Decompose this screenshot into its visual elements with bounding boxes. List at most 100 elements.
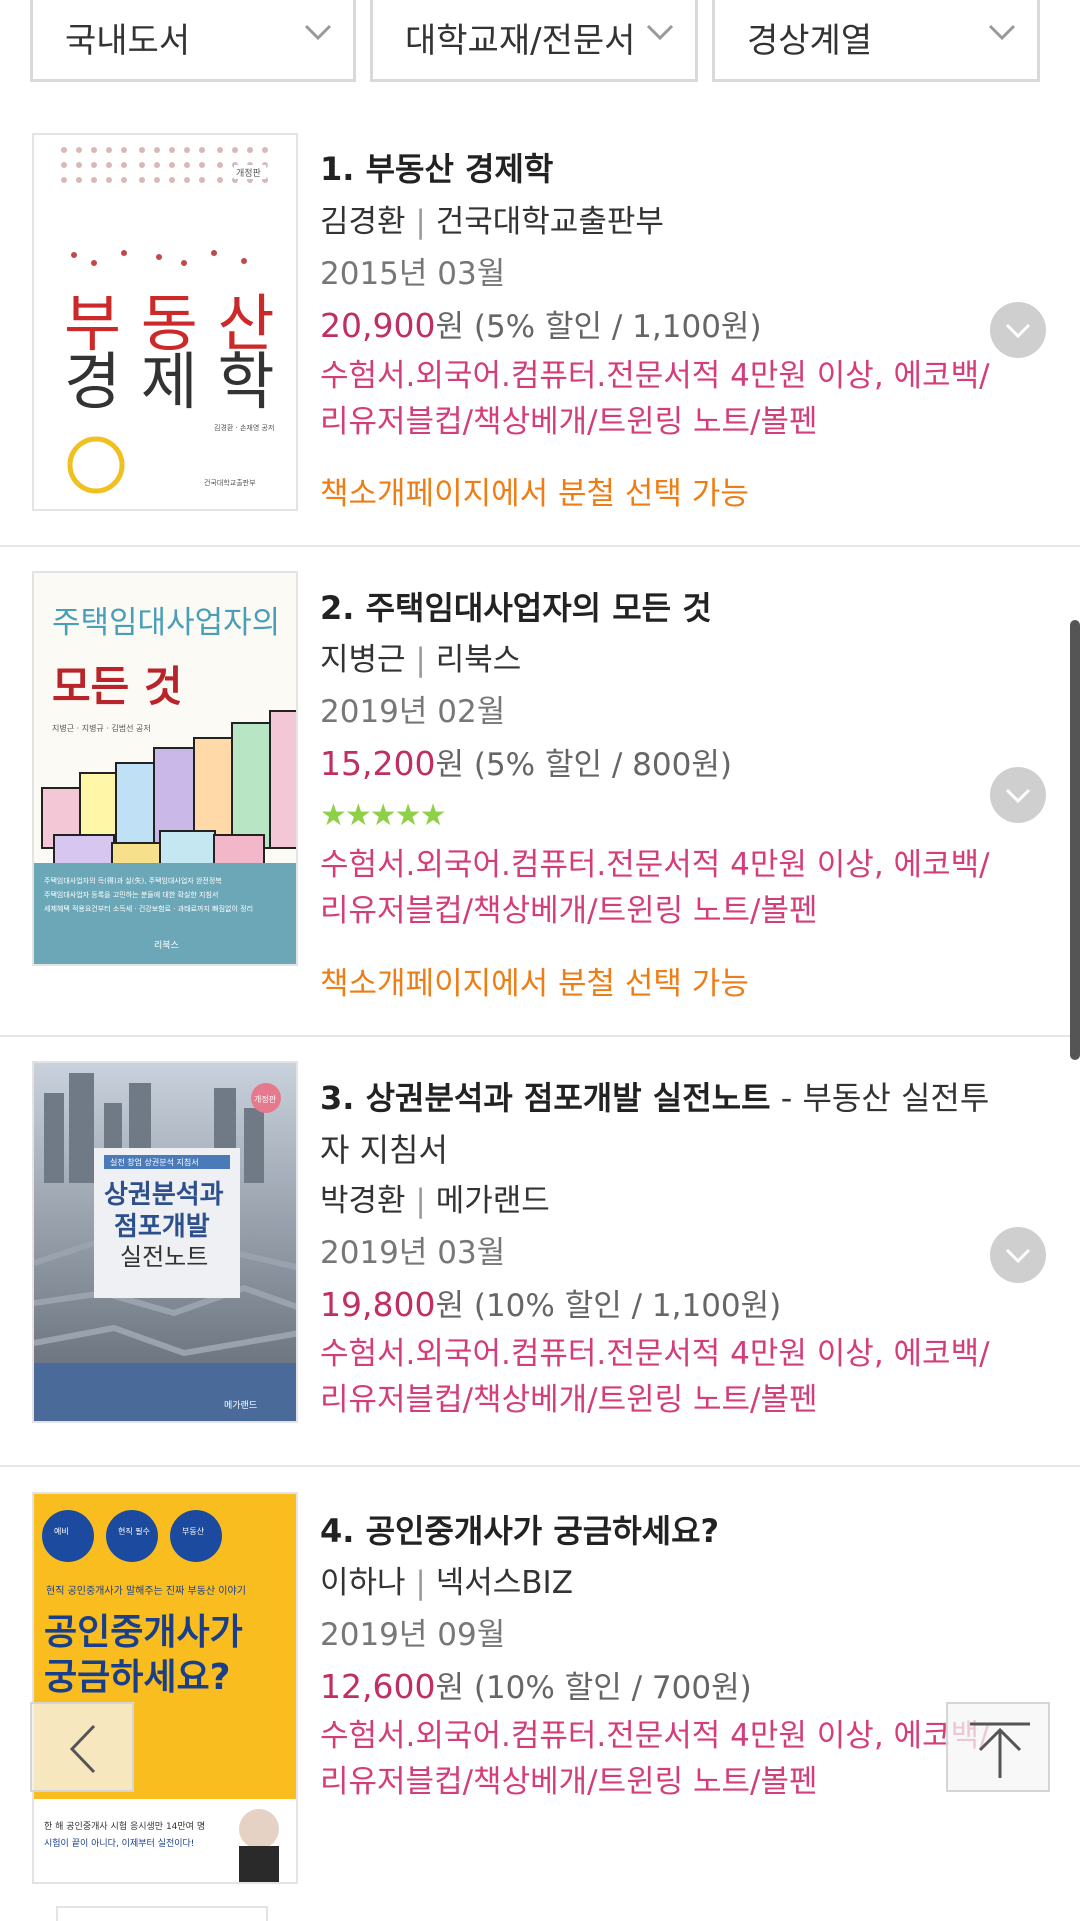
promo-text[interactable]: 수험서.외국어.컴퓨터.전문서적 4만원 이상, 에코백/리유저블컵/책상베개/… [320,1331,990,1423]
book-price: 15,200원 (5% 할인 / 800원) [320,738,732,791]
book-meta: 박경환 | 메가랜드 [320,1183,550,1219]
divider [0,545,1080,547]
book-title[interactable]: 3. 상권분석과 점포개발 실전노트 - 부동산 실전투자 지침서 [320,1072,1000,1176]
chevron-down-icon [1005,788,1031,804]
price-amount: 19,800 [320,1285,436,1324]
chevron-down-icon [304,24,332,41]
scrollbar[interactable] [1070,620,1080,1060]
cover-author: 김경환 · 손재영 공저 [214,423,274,432]
book-meta: 이하나 | 넥서스BIZ [320,1565,573,1601]
cover-title-2: 모든 것 [52,662,183,711]
cover-tagline: 현직 공인중개사가 말해주는 진짜 부동산 이야기 [46,1584,246,1597]
select-label: 경상계열 [747,21,873,61]
book-publisher[interactable]: 넥서스BIZ [436,1565,573,1601]
book-cover[interactable]: 주택임대사업자의 모든 것 지병근 · 지병규 · 김범선 공저 주택임대사업자… [32,571,298,966]
book-title[interactable]: 2. 주택임대사업자의 모든 것 [320,582,1000,634]
select-label: 대학교재/전문서적 [405,21,635,61]
divider [0,1465,1080,1467]
svg-text:주택임대사업자 등록을 고민하는 분들에 대한 확실한 지침: 주택임대사업자 등록을 고민하는 분들에 대한 확실한 지침서 [44,890,218,899]
svg-text:예비: 예비 [54,1526,69,1536]
book-cover[interactable]: 부 동 산 경 제 학 개정판 김경환 · 손재영 공저 건국대학교출판부 [32,133,298,511]
book-date: 2019년 02월 [320,694,506,730]
arrow-up-icon [970,1722,1030,1778]
price-unit: 원 [435,1288,464,1324]
book-publisher[interactable]: 메가랜드 [436,1183,550,1219]
next-item-peek [56,1906,268,1921]
price-discount: (10% 할인 / 700원) [464,1670,752,1706]
svg-text:세제혜택 적용요건부터 소득세 · 건강보험료 · 과태료까: 세제혜택 적용요건부터 소득세 · 건강보험료 · 과태료까지 빠짐없이 정리 [44,904,253,913]
svg-text:주택임대사업자의 득(得)과 실(失), 주택임대사업자 완: 주택임대사업자의 득(得)과 실(失), 주택임대사업자 완전정복 [44,876,222,885]
cover-title-2: 점포개발 [114,1212,210,1242]
cover-badge: 개정판 [254,1094,277,1104]
back-button[interactable] [30,1702,134,1792]
category-select-2[interactable]: 대학교재/전문서적 [370,0,698,82]
chevron-down-icon [1005,323,1031,339]
price-amount: 15,200 [320,744,436,783]
book-date: 2019년 09월 [320,1617,506,1653]
split-binding-note: 책소개페이지에서 분철 선택 가능 [320,476,749,512]
split-binding-note: 책소개페이지에서 분철 선택 가능 [320,966,749,1002]
cover-publisher: 리북스 [154,940,179,951]
book-meta: 지병근 | 리북스 [320,642,522,678]
price-amount: 20,900 [320,306,436,345]
chevron-down-icon [988,24,1016,41]
select-label: 국내도서 [65,21,191,61]
svg-text:부동산: 부동산 [182,1526,205,1536]
scroll-top-button[interactable] [946,1702,1050,1792]
divider [0,1035,1080,1037]
category-select-1[interactable]: 국내도서 [30,0,356,82]
promo-text[interactable]: 수험서.외국어.컴퓨터.전문서적 4만원 이상, 에코백/리유저블컵/책상베개/… [320,353,990,445]
book-date: 2015년 03월 [320,256,506,292]
book-author[interactable]: 이하나 [320,1565,406,1601]
cover-tag: 실전 창업 상권분석 지침서 [110,1157,199,1167]
book-cover[interactable]: 예비 현직 필수 부동산 현직 공인중개사가 말해주는 진짜 부동산 이야기 공인중… [32,1492,298,1884]
cover-title-2: 경 제 학 [64,345,275,418]
book-price: 19,800원 (10% 할인 / 1,100원) [320,1279,781,1332]
book-author[interactable]: 지병근 [320,642,406,678]
book-publisher[interactable]: 건국대학교출판부 [436,204,664,240]
promo-text[interactable]: 수험서.외국어.컴퓨터.전문서적 4만원 이상, 에코백/리유저블컵/책상베개/… [320,1713,990,1805]
cover-title-3: 실전노트 [120,1243,208,1271]
price-unit: 원 [435,1670,464,1706]
cover-badge: 개정판 [236,168,261,179]
book-author[interactable]: 김경환 [320,204,406,240]
chevron-down-icon [1005,1248,1031,1264]
cover-title-1: 공인중개사가 [44,1612,243,1653]
price-amount: 12,600 [320,1667,436,1706]
filter-bar: 국내도서 대학교재/전문서적 경상계열 [0,0,1080,90]
price-discount: (10% 할인 / 1,100원) [464,1288,782,1324]
cover-publisher: 메가랜드 [224,1400,257,1411]
book-title[interactable]: 4. 공인중개사가 궁금하세요? [320,1505,1000,1557]
cover-title-1: 상권분석과 [104,1180,224,1210]
cover-publisher: 건국대학교출판부 [204,478,256,487]
cover-author: 지병근 · 지병규 · 김범선 공저 [52,723,151,733]
chevron-down-icon [646,24,674,41]
author-photo [239,1809,279,1849]
price-unit: 원 [435,747,464,783]
cover-title-2: 궁금하세요? [44,1657,230,1698]
book-title-main[interactable]: 3. 상권분석과 점포개발 실전노트 [320,1079,771,1117]
book-title[interactable]: 1. 부동산 경제학 [320,143,1000,195]
book-publisher[interactable]: 리북스 [436,642,522,678]
book-price: 12,600원 (10% 할인 / 700원) [320,1661,752,1714]
expand-button[interactable] [990,767,1046,823]
svg-text:현직 필수: 현직 필수 [118,1526,150,1536]
chevron-left-icon [69,1724,96,1774]
rating-stars: ★★★★★ [320,798,446,833]
category-select-3[interactable]: 경상계열 [712,0,1040,82]
award-seal [67,436,125,494]
expand-button[interactable] [990,1227,1046,1283]
cover-title-1: 주택임대사업자의 [52,605,280,641]
book-date: 2019년 03월 [320,1235,506,1271]
book-meta: 김경환 | 건국대학교출판부 [320,204,664,240]
book-price: 20,900원 (5% 할인 / 1,100원) [320,300,762,353]
price-discount: (5% 할인 / 1,100원) [464,309,762,345]
book-cover[interactable]: 실전 창업 상권분석 지침서 상권분석과 점포개발 실전노트 개정판 메가랜드 [32,1061,298,1423]
expand-button[interactable] [990,302,1046,358]
price-unit: 원 [435,309,464,345]
book-author[interactable]: 박경환 [320,1183,406,1219]
price-discount: (5% 할인 / 800원) [464,747,732,783]
cover-bottom-1: 한 해 공인중개사 시험 응시생만 14만여 명 [44,1820,205,1832]
cover-bottom-2: 시험이 끝이 아니다, 이제부터 실전이다! [44,1838,194,1849]
promo-text[interactable]: 수험서.외국어.컴퓨터.전문서적 4만원 이상, 에코백/리유저블컵/책상베개/… [320,842,990,934]
